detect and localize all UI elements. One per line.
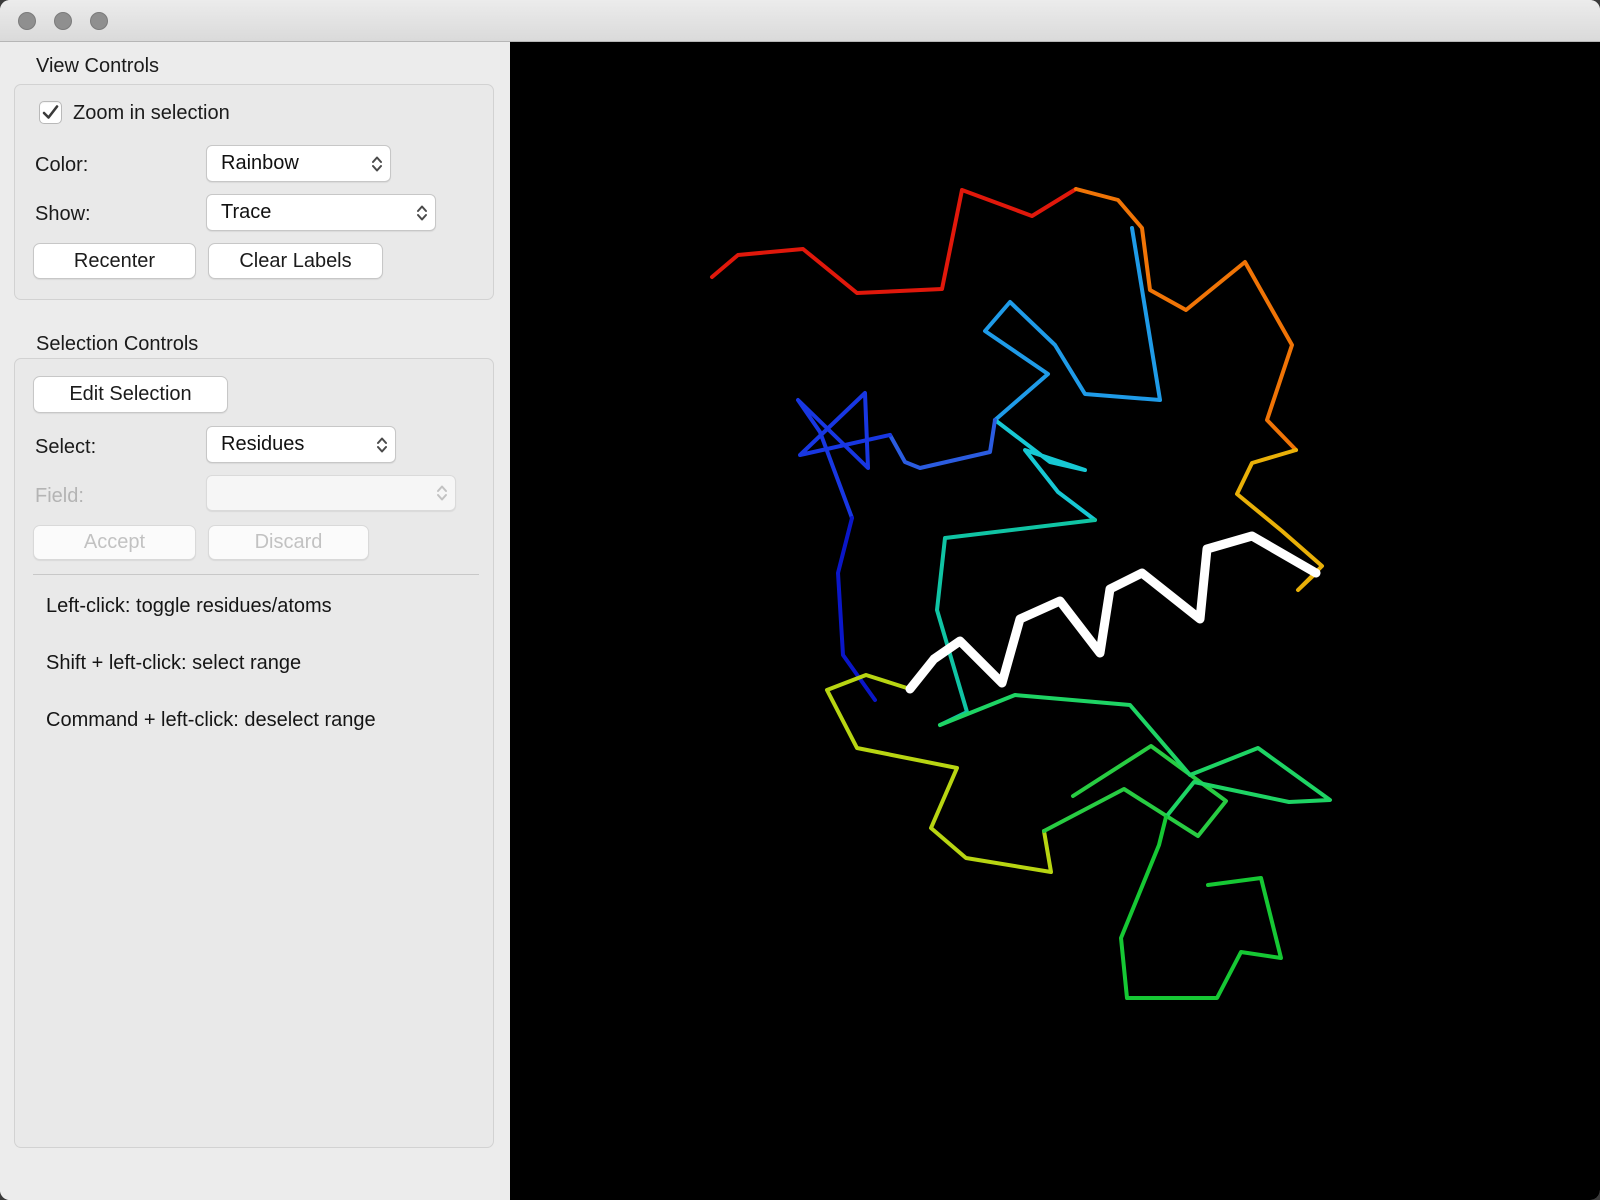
trace-segment-royal-blue (888, 418, 997, 470)
trace-segment-green (1119, 815, 1283, 1000)
color-dropdown-value: Rainbow (221, 152, 299, 174)
minimize-button[interactable] (54, 12, 72, 30)
zoom-window-button[interactable] (90, 12, 108, 30)
trace-segment-navy (836, 516, 877, 702)
hint-shift-left-click: Shift + left-click: select range (46, 652, 302, 674)
dropdown-chevrons-icon (437, 485, 447, 501)
divider (33, 574, 479, 575)
sidebar: View Controls Zoom in selection Color: R… (0, 42, 510, 1200)
trace-segment-blue (796, 391, 892, 520)
accept-button: Accept (33, 525, 196, 560)
view-controls-group: Zoom in selection Color: Rainbow Show: T… (14, 84, 494, 300)
dropdown-chevrons-icon (417, 205, 427, 220)
show-dropdown-value: Trace (221, 201, 272, 223)
trace-segment-yellow-green (825, 673, 1053, 874)
app-window: View Controls Zoom in selection Color: R… (0, 0, 1600, 1200)
trace-segment-green-knot (1042, 744, 1228, 838)
zoom-in-selection-label: Zoom in selection (73, 102, 230, 124)
color-label: Color: (35, 154, 89, 176)
select-label: Select: (35, 436, 97, 458)
dropdown-chevrons-icon (372, 156, 382, 171)
dropdown-chevrons-icon (377, 437, 387, 452)
zoom-in-selection-checkbox[interactable] (39, 101, 62, 124)
discard-button: Discard (208, 525, 369, 560)
recenter-button[interactable]: Recenter (33, 243, 196, 279)
protein-trace (710, 187, 1332, 1000)
trace-segment-orange (1074, 187, 1298, 452)
close-button[interactable] (18, 12, 36, 30)
field-dropdown (206, 475, 456, 511)
edit-selection-button[interactable]: Edit Selection (33, 376, 228, 413)
view-controls-heading: View Controls (36, 55, 160, 77)
field-label: Field: (35, 485, 84, 507)
trace-segment-red (710, 187, 1078, 295)
selection-controls-heading: Selection Controls (36, 333, 199, 355)
trace-segment-cyan (993, 418, 1097, 522)
trace-segment-deep-sky-blue (983, 226, 1162, 422)
viewport[interactable] (510, 42, 1600, 1200)
trace-segment-selected-white (905, 531, 1321, 694)
clear-labels-button[interactable]: Clear Labels (208, 243, 383, 279)
hint-command-left-click: Command + left-click: deselect range (46, 709, 376, 731)
titlebar (0, 0, 1600, 42)
selection-controls-group: Edit Selection Select: Residues Field: A… (14, 358, 494, 1148)
hint-left-click: Left-click: toggle residues/atoms (46, 595, 332, 617)
show-dropdown[interactable]: Trace (206, 194, 436, 231)
color-dropdown[interactable]: Rainbow (206, 145, 391, 182)
select-dropdown[interactable]: Residues (206, 426, 396, 463)
select-dropdown-value: Residues (221, 433, 305, 455)
show-label: Show: (35, 203, 91, 225)
checkmark-icon (42, 105, 59, 119)
